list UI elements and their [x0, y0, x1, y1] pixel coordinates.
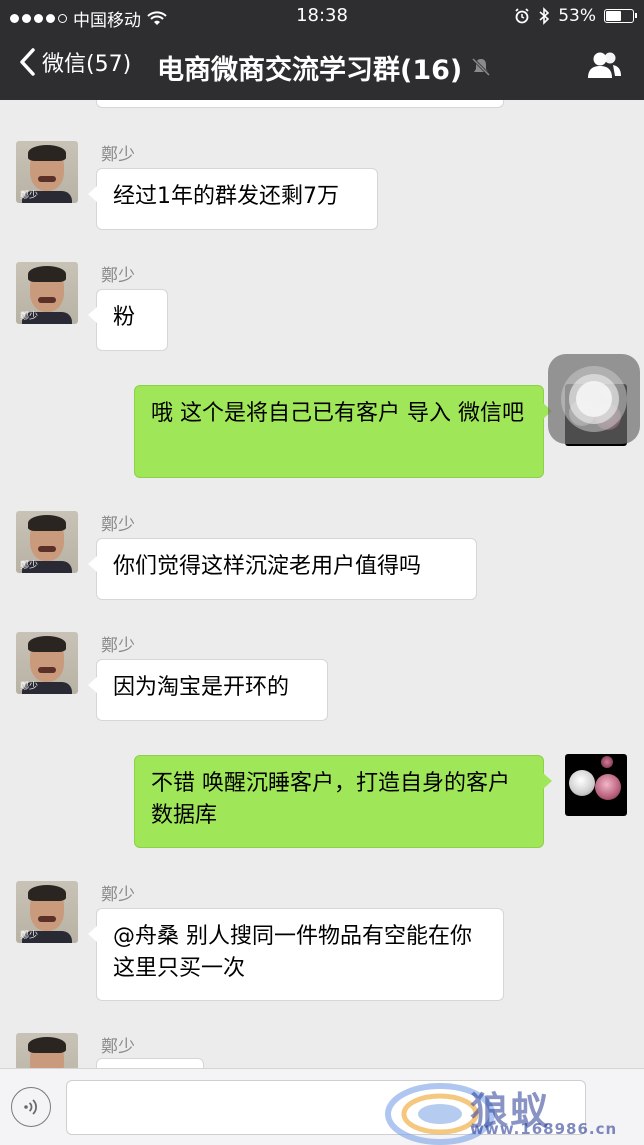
sender-name: 鄭少	[101, 145, 135, 165]
status-right: 53%	[514, 6, 637, 26]
sender-name: 鄭少	[101, 515, 135, 535]
avatar[interactable]: 鄭少	[16, 141, 78, 203]
message-bubble[interactable]: @舟桑 别人搜同一件物品有空能在你这里只买一次	[88, 908, 504, 1001]
alarm-icon	[515, 8, 529, 24]
message-bubble[interactable]	[96, 1058, 204, 1068]
voice-input-button[interactable]	[11, 1087, 51, 1127]
avatar[interactable]: 鄭少	[16, 632, 78, 694]
watermark-url: www.168986.cn	[470, 1120, 618, 1138]
top-bar: 中国移动 18:38 53% 微信(57) 电商微商交流学习群(16)	[0, 0, 644, 100]
chat-area[interactable]: 鄭少 鄭少 经过1年的群发还剩7万 鄭少 鄭少 粉 哦 这个是将自己已有客户 导…	[0, 100, 644, 1068]
previous-message-bubble	[96, 100, 504, 108]
my-avatar[interactable]	[565, 754, 627, 816]
voice-icon	[24, 1099, 37, 1115]
assistive-touch-button[interactable]	[548, 354, 640, 444]
avatar[interactable]: 鄭少	[16, 1033, 78, 1068]
sender-name: 鄭少	[101, 266, 135, 286]
battery-percent: 53%	[558, 6, 596, 26]
sent-message-bubble[interactable]: 不错 唤醒沉睡客户，打造自身的客户数据库	[134, 755, 552, 848]
mute-icon	[471, 57, 491, 77]
sender-name: 鄭少	[101, 885, 135, 905]
nav-bar: 微信(57) 电商微商交流学习群(16)	[0, 38, 644, 94]
group-members-icon[interactable]	[586, 50, 622, 80]
back-label: 微信(57)	[42, 52, 132, 77]
sender-name: 鄭少	[101, 636, 135, 656]
message-bubble[interactable]: 经过1年的群发还剩7万	[88, 168, 378, 230]
message-bubble[interactable]: 你们觉得这样沉淀老用户值得吗	[88, 538, 477, 600]
message-bubble[interactable]: 因为淘宝是开环的	[88, 659, 328, 721]
status-bar: 中国移动 18:38 53%	[0, 0, 644, 32]
avatar[interactable]: 鄭少	[16, 881, 78, 943]
chevron-left-icon	[20, 48, 35, 76]
avatar[interactable]: 鄭少	[16, 511, 78, 573]
sent-message-bubble[interactable]: 哦 这个是将自己已有客户 导入 微信吧	[134, 385, 552, 478]
battery-icon	[604, 9, 637, 23]
back-button[interactable]: 微信(57)	[18, 46, 131, 78]
chat-title: 电商微商交流学习群(16)	[157, 55, 463, 86]
sender-name: 鄭少	[101, 1037, 135, 1057]
message-bubble[interactable]: 粉	[88, 289, 168, 351]
avatar[interactable]: 鄭少	[16, 262, 78, 324]
bluetooth-icon	[539, 7, 550, 25]
